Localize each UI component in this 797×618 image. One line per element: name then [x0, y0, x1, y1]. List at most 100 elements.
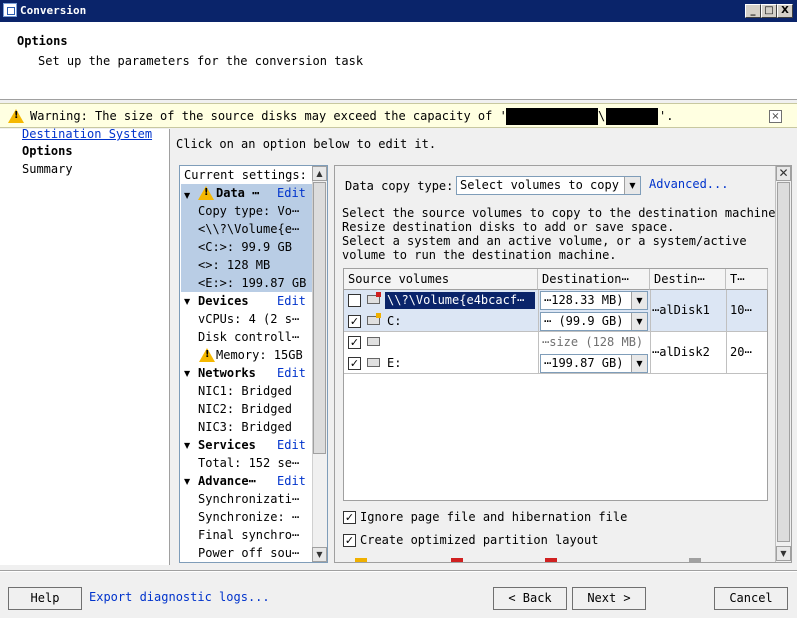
description-line: volume to run the destination machine. — [342, 248, 617, 262]
edit-advanced-link[interactable]: Edit — [277, 472, 309, 490]
warning-bar: Warning: The size of the source disks ma… — [0, 103, 797, 128]
nav-item-options[interactable]: Options — [22, 144, 73, 158]
edit-data-link[interactable]: Edit — [277, 184, 309, 202]
footer-divider — [0, 570, 797, 572]
expand-arrow-icon[interactable]: ▼ — [184, 369, 190, 378]
setting-detail: <E:>: 199.87 GB — [198, 276, 307, 290]
scroll-thumb[interactable] — [777, 182, 790, 542]
description-line: Select a system and an active volume, or… — [342, 234, 747, 248]
setting-detail: Total: 152 se⋯ — [198, 456, 300, 470]
row-checkbox[interactable]: ✓ — [348, 357, 361, 370]
column-header-type[interactable]: T⋯ — [726, 269, 768, 290]
cancel-button[interactable]: Cancel — [714, 587, 788, 610]
scroll-thumb[interactable] — [313, 182, 326, 454]
system-legend-icon — [451, 558, 463, 562]
scroll-down-icon[interactable]: ▼ — [776, 546, 791, 561]
expand-arrow-icon[interactable]: ▼ — [184, 297, 190, 306]
setting-detail: Memory: 15GB — [216, 348, 303, 362]
scroll-down-icon[interactable]: ▼ — [312, 547, 327, 562]
section-title-devices[interactable]: Devices — [198, 292, 274, 310]
window-title: Conversion — [20, 4, 87, 17]
optimized-layout-checkbox[interactable]: ✓ — [343, 534, 356, 547]
scroll-up-icon[interactable]: ▲ — [312, 166, 327, 181]
destination-size-value: ⋯ (99.9 GB) — [544, 314, 624, 328]
section-title-services[interactable]: Services — [198, 436, 274, 454]
system-flag-icon — [376, 292, 381, 297]
minimize-button[interactable]: _ — [745, 4, 761, 18]
page-header: Options Set up the parameters for the co… — [0, 22, 797, 100]
close-button[interactable]: X — [777, 4, 793, 18]
disk-type-cell: 20⋯ — [730, 345, 752, 359]
system-legend-icon — [545, 558, 557, 562]
advanced-link[interactable]: Advanced... — [649, 177, 728, 191]
expand-arrow-icon[interactable]: ▼ — [184, 191, 190, 200]
close-panel-icon[interactable]: ✕ — [776, 166, 791, 181]
dismiss-warning-icon[interactable]: × — [769, 110, 782, 123]
source-volume-cell[interactable]: C: — [387, 314, 527, 328]
wizard-nav: Destination System Options Summary — [0, 127, 170, 565]
active-legend-icon — [355, 558, 367, 562]
warning-text-prefix: Warning: The size of the source disks ma… — [30, 109, 522, 123]
disk-type-cell: 10⋯ — [730, 303, 752, 317]
source-volume-cell[interactable]: \\?\Volume{e4bcacf⋯ — [385, 292, 535, 309]
chevron-down-icon[interactable]: ▼ — [631, 292, 647, 309]
row-checkbox[interactable] — [348, 294, 361, 307]
chevron-down-icon[interactable]: ▼ — [631, 355, 647, 372]
page-title: Options — [17, 34, 68, 48]
settings-list: Current settings: ▼ Data ⋯ Edit Copy typ… — [179, 165, 328, 563]
export-logs-link[interactable]: Export diagnostic logs... — [89, 590, 270, 604]
edit-devices-link[interactable]: Edit — [277, 292, 309, 310]
redacted-path — [606, 108, 658, 125]
optimized-layout-label[interactable]: Create optimized partition layout — [360, 533, 598, 547]
destination-size-value: ⋯128.33 MB) — [544, 293, 624, 307]
destination-size-value: ⋯199.87 GB) — [544, 356, 624, 370]
section-title-networks[interactable]: Networks — [198, 364, 274, 382]
warning-text-separator: \ — [598, 109, 606, 123]
nav-item-destination-system[interactable]: Destination System — [22, 127, 152, 141]
destination-disk-cell: ⋯alDisk2 — [652, 345, 710, 359]
copy-type-select[interactable]: Select volumes to copy ▼ — [456, 176, 641, 195]
disk-icon — [367, 358, 380, 367]
legend-strip — [341, 556, 774, 562]
ignore-page-file-checkbox[interactable]: ✓ — [343, 511, 356, 524]
destination-size-select[interactable]: ⋯199.87 GB) ▼ — [540, 354, 648, 373]
description-line: Resize destination disks to add or save … — [342, 220, 675, 234]
setting-detail: <\\?\Volume{e⋯ — [198, 222, 300, 236]
expand-arrow-icon[interactable]: ▼ — [184, 477, 190, 486]
chevron-down-icon[interactable]: ▼ — [624, 177, 640, 194]
column-header-destination[interactable]: Destination⋯ — [538, 269, 650, 290]
chevron-down-icon[interactable]: ▼ — [631, 313, 647, 330]
settings-scrollbar[interactable]: ▲ ▼ — [312, 166, 327, 562]
row-checkbox[interactable]: ✓ — [348, 315, 361, 328]
volumes-table: Source volumes Destination⋯ Destin⋯ T⋯ \… — [343, 268, 768, 501]
destination-size-select[interactable]: ⋯ (99.9 GB) ▼ — [540, 312, 648, 331]
back-button[interactable]: < Back — [493, 587, 567, 610]
panel-scrollbar[interactable]: ✕ ▼ — [775, 166, 791, 562]
setting-detail: Copy type: Vo⋯ — [198, 204, 300, 218]
setting-detail: Final synchro⋯ — [198, 528, 300, 542]
app-icon — [3, 3, 17, 17]
help-button[interactable]: Help — [8, 587, 82, 610]
source-volume-cell[interactable]: E: — [387, 356, 527, 370]
destination-disk-cell: ⋯alDisk1 — [652, 303, 710, 317]
expand-arrow-icon[interactable]: ▼ — [184, 441, 190, 450]
edit-services-link[interactable]: Edit — [277, 436, 309, 454]
nav-item-summary[interactable]: Summary — [22, 162, 73, 176]
description-line: Select the source volumes to copy to the… — [342, 206, 783, 220]
setting-detail: NIC2: Bridged — [198, 402, 292, 416]
warning-icon — [8, 109, 24, 123]
column-header-destination-disk[interactable]: Destin⋯ — [650, 269, 726, 290]
maximize-button[interactable]: □ — [761, 4, 777, 18]
warning-icon — [198, 186, 214, 200]
row-checkbox[interactable]: ✓ — [348, 336, 361, 349]
section-title-advanced[interactable]: Advance⋯ — [198, 472, 274, 490]
setting-detail: NIC3: Bridged — [198, 420, 292, 434]
ignore-page-file-label[interactable]: Ignore page file and hibernation file — [360, 510, 627, 524]
page-subtitle: Set up the parameters for the conversion… — [38, 54, 364, 68]
column-header-source[interactable]: Source volumes — [344, 269, 538, 290]
instruction-text: Click on an option below to edit it. — [176, 137, 437, 151]
section-title-data[interactable]: Data ⋯ — [216, 184, 276, 202]
destination-size-select[interactable]: ⋯128.33 MB) ▼ — [540, 291, 648, 310]
edit-networks-link[interactable]: Edit — [277, 364, 309, 382]
next-button[interactable]: Next > — [572, 587, 646, 610]
